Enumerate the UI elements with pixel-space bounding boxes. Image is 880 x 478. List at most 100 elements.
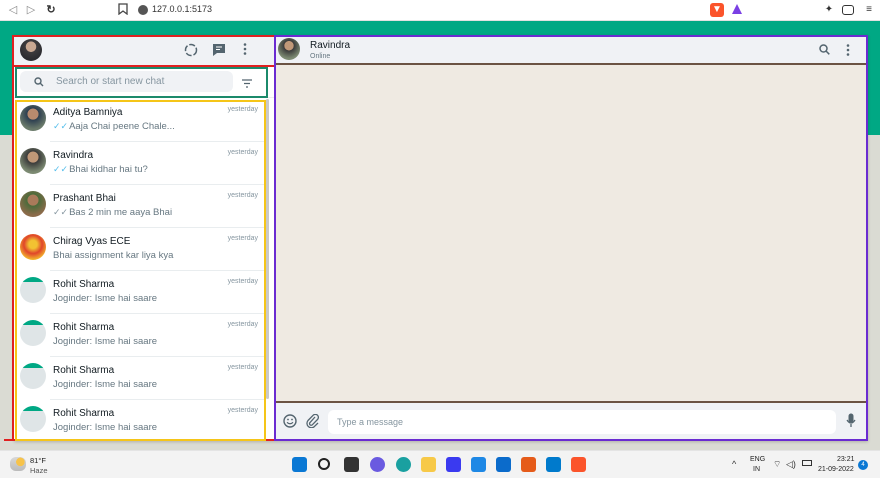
back-icon[interactable]: ◁: [6, 3, 20, 17]
notification-badge[interactable]: 4: [858, 460, 868, 470]
brave-shields-icon[interactable]: ▼: [710, 3, 724, 17]
chat-item[interactable]: Rohit Sharma yesterday Joginder: Isme ha…: [14, 400, 266, 441]
chat-last-message: Joginder: Isme hai saare: [53, 379, 158, 390]
clock-time: 23:21: [837, 456, 855, 463]
menu-dots-icon[interactable]: [242, 42, 248, 59]
monitor-app-icon[interactable]: [471, 457, 486, 472]
chat-name: Ravindra: [53, 150, 94, 161]
message-composer: Type a message: [276, 401, 868, 441]
battery-icon[interactable]: [802, 460, 812, 466]
left-panel: Search or start new chat Aditya Bamniya …: [14, 35, 276, 441]
chat-item[interactable]: Rohit Sharma yesterday Joginder: Isme ha…: [14, 271, 266, 314]
chat-name: Rohit Sharma: [53, 279, 115, 290]
chat-last-message: Joginder: Isme hai saare: [53, 293, 158, 304]
chat-last-message: Joginder: Isme hai saare: [53, 336, 158, 347]
chat-name: Aditya Bamniya: [53, 107, 123, 118]
weather-desc: Haze: [30, 466, 48, 475]
chat-avatar: [20, 105, 46, 131]
search-placeholder: Search or start new chat: [56, 76, 165, 87]
weather-icon[interactable]: [10, 457, 26, 471]
chat-time: yesterday: [227, 321, 258, 328]
whatsapp-app: Search or start new chat Aditya Bamniya …: [14, 35, 868, 441]
menu-icon[interactable]: ≡: [862, 3, 876, 17]
chat-item[interactable]: Prashant Bhai yesterday ✓✓Bas 2 min me a…: [14, 185, 266, 228]
chat-item[interactable]: Chirag Vyas ECE yesterday Bhai assignmen…: [14, 228, 266, 271]
my-avatar[interactable]: [20, 39, 42, 61]
chat-time: yesterday: [227, 192, 258, 199]
chat-last-message: Bhai assignment kar liya kya: [53, 250, 174, 261]
chat-name: Prashant Bhai: [53, 193, 116, 204]
volume-icon[interactable]: ◁): [786, 459, 796, 470]
left-header: [14, 35, 276, 65]
search-icon[interactable]: [819, 44, 830, 58]
chat-avatar: [20, 363, 46, 389]
edge-icon[interactable]: [396, 457, 411, 472]
search-taskbar-icon[interactable]: [318, 458, 330, 470]
chat-item[interactable]: Aditya Bamniya yesterday ✓✓Aaja Chai pee…: [14, 99, 266, 142]
mail-icon[interactable]: [496, 457, 511, 472]
reload-icon[interactable]: ↻: [44, 3, 58, 17]
menu-dots-icon[interactable]: [845, 43, 851, 60]
contact-status: Online: [310, 53, 331, 60]
message-input[interactable]: [328, 410, 836, 434]
chat-name: Chirag Vyas ECE: [53, 236, 131, 247]
chat-teams-icon[interactable]: [370, 457, 385, 472]
chat-avatar: [20, 148, 46, 174]
right-panel: Ravindra Online Type a message: [276, 35, 868, 441]
microphone-icon[interactable]: [846, 413, 856, 431]
emoji-icon[interactable]: [283, 414, 297, 431]
double-check-icon: ✓✓: [53, 121, 69, 131]
chat-avatar: [20, 234, 46, 260]
clock-date: 21-09-2022: [818, 466, 854, 473]
chat-item[interactable]: Rohit Sharma yesterday Joginder: Isme ha…: [14, 314, 266, 357]
vscode-icon[interactable]: [546, 457, 561, 472]
office-icon[interactable]: [521, 457, 536, 472]
forward-icon[interactable]: ▷: [24, 3, 38, 17]
app-icon[interactable]: [446, 457, 461, 472]
weather-temp: 81°F: [30, 456, 46, 465]
chat-list-scrollbar[interactable]: [266, 99, 269, 399]
extensions-icon[interactable]: ✦: [822, 3, 836, 17]
search-area: Search or start new chat: [14, 65, 276, 98]
chat-time: yesterday: [227, 106, 258, 113]
site-info-icon[interactable]: [138, 5, 148, 15]
contact-avatar[interactable]: [278, 38, 300, 60]
chat-time: yesterday: [227, 364, 258, 371]
language-line2: IN: [753, 466, 760, 473]
windows-taskbar: 81°F Haze ^ ENG IN ⌔ ◁) 23:21 21-09-2022…: [0, 450, 880, 478]
chat-avatar: [20, 277, 46, 303]
brave-icon[interactable]: [571, 457, 586, 472]
chat-name: Rohit Sharma: [53, 322, 115, 333]
address-bar[interactable]: 127.0.0.1:5173: [152, 4, 212, 14]
conversation-area: [276, 65, 868, 401]
attach-icon[interactable]: [306, 413, 320, 431]
brave-rewards-icon[interactable]: [730, 3, 744, 17]
sidebar-icon[interactable]: [842, 5, 854, 15]
chat-avatar: [20, 320, 46, 346]
language-line1: ENG: [750, 456, 766, 463]
contact-name: Ravindra: [310, 40, 351, 51]
browser-toolbar: ◁ ▷ ↻ 127.0.0.1:5173 ▼ ✦ ≡: [0, 0, 880, 21]
wifi-icon[interactable]: ⌔: [773, 459, 781, 470]
chat-last-message: ✓✓Aaja Chai peene Chale...: [53, 121, 175, 132]
chat-last-message: ✓✓Bas 2 min me aaya Bhai: [53, 207, 173, 218]
bookmark-icon[interactable]: [116, 3, 130, 17]
filter-icon[interactable]: [242, 77, 252, 91]
chevron-up-icon[interactable]: ^: [732, 459, 736, 469]
chat-name: Rohit Sharma: [53, 408, 115, 419]
chat-time: yesterday: [227, 149, 258, 156]
chat-last-message: ✓✓Bhai kidhar hai tu?: [53, 164, 148, 175]
conversation-header[interactable]: Ravindra Online: [276, 35, 868, 65]
status-icon[interactable]: [184, 43, 198, 60]
chat-time: yesterday: [227, 407, 258, 414]
chat-item[interactable]: Ravindra yesterday ✓✓Bhai kidhar hai tu?: [14, 142, 266, 185]
new-chat-icon[interactable]: [212, 43, 226, 60]
chat-time: yesterday: [227, 278, 258, 285]
chat-list: Aditya Bamniya yesterday ✓✓Aaja Chai pee…: [14, 99, 272, 441]
message-placeholder: Type a message: [337, 417, 404, 427]
double-check-icon: ✓✓: [53, 164, 69, 174]
windows-start-icon[interactable]: [292, 457, 307, 472]
task-view-icon[interactable]: [344, 457, 359, 472]
chat-item[interactable]: Rohit Sharma yesterday Joginder: Isme ha…: [14, 357, 266, 400]
file-explorer-icon[interactable]: [421, 457, 436, 472]
